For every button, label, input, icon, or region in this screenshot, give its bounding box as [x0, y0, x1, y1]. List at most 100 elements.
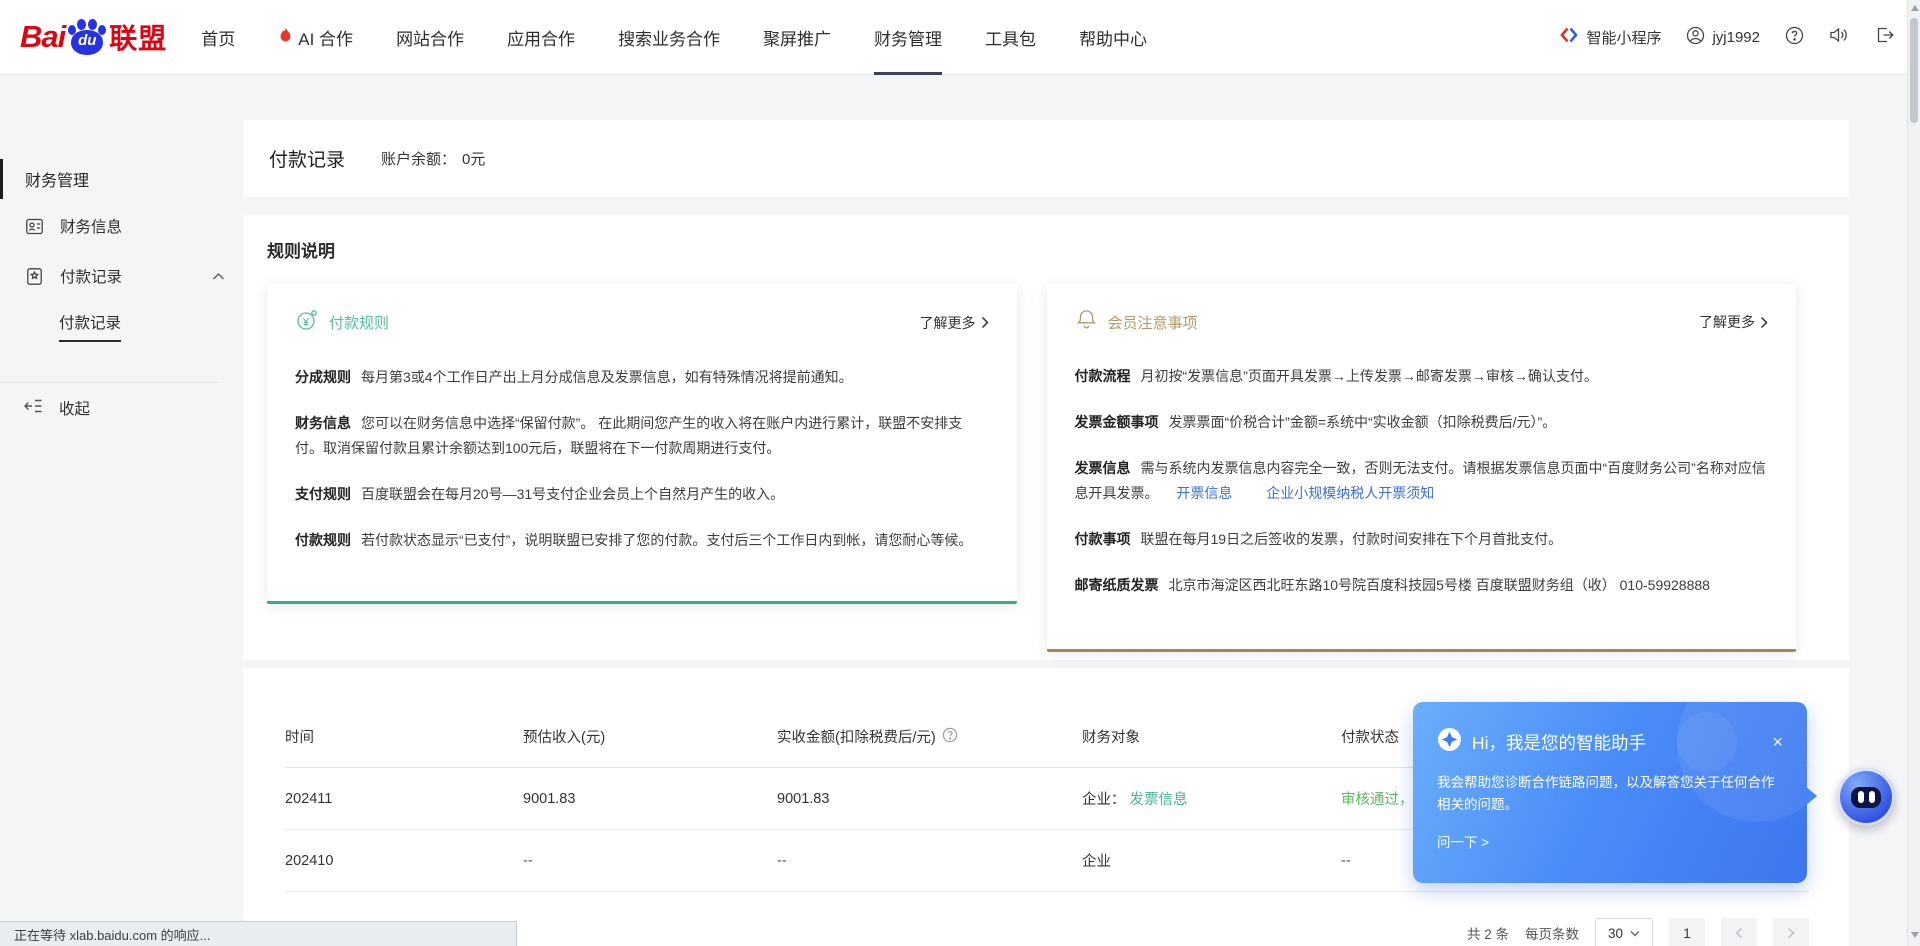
cell-estimated: 9001.83	[523, 791, 777, 807]
nav-item-screen-promo[interactable]: 聚屏推广	[763, 0, 831, 75]
rule-item-text: 每月第3或4个工作日产出上月分成信息及发票信息，如有特殊情况将提前通知。	[361, 369, 853, 385]
prev-page-button[interactable]	[1721, 918, 1757, 946]
finance-object-label: 企业：	[1082, 792, 1126, 808]
rule-item: 支付规则百度联盟会在每月20号—31号支付企业会员上个自然月产生的收入。	[295, 482, 989, 507]
sidebar-divider	[0, 382, 218, 383]
rule-item-label: 付款事项	[1075, 531, 1131, 547]
nav-label: AI 合作	[298, 25, 353, 50]
chevron-up-icon[interactable]	[212, 272, 225, 281]
baidu-union-logo[interactable]: Bai du 联盟	[20, 16, 167, 58]
mini-program-icon	[1559, 25, 1579, 49]
payment-record-icon	[24, 267, 44, 286]
logout-button[interactable]	[1875, 26, 1894, 48]
rule-item: 财务信息您可以在财务信息中选择“保留付款”。 在此期间您产生的收入将在账户内进行…	[295, 411, 989, 461]
sound-button[interactable]	[1829, 26, 1850, 48]
collapse-label: 收起	[59, 397, 90, 419]
rule-item-label: 支付规则	[295, 486, 351, 502]
sidebar-subitem-label: 付款记录	[59, 311, 121, 342]
help-icon	[1785, 26, 1804, 49]
rule-item-label: 付款规则	[295, 532, 351, 548]
nav-label: 应用合作	[507, 25, 575, 50]
scrollbar-thumb[interactable]	[1910, 18, 1918, 123]
column-header-finance-object: 财务对象	[1082, 726, 1341, 747]
rules-section-title: 规则说明	[267, 237, 1849, 262]
sidebar-section-finance[interactable]: 财务管理	[0, 157, 243, 201]
rule-item-text: 北京市海淀区西北旺东路10号院百度科技园5号楼 百度联盟财务组（收） 010-5…	[1169, 577, 1710, 593]
sidebar-item-finance-info[interactable]: 财务信息	[24, 211, 225, 241]
nav-item-home[interactable]: 首页	[201, 0, 235, 75]
member-notes-more-link[interactable]: 了解更多	[1699, 312, 1768, 332]
assistant-message: 我会帮助您诊断合作链路问题，以及解答您关于任何合作相关的问题。	[1437, 772, 1783, 817]
nav-item-app[interactable]: 应用合作	[507, 0, 575, 75]
page-header-card: 付款记录 账户余额：0元	[243, 120, 1849, 197]
payment-rules-more-link[interactable]: 了解更多	[920, 313, 989, 333]
help-circle-icon[interactable]	[942, 727, 958, 747]
assistant-popup: Hi，我是您的智能助手 × 我会帮助您诊断合作链路问题，以及解答您关于任何合作相…	[1413, 702, 1807, 883]
mini-program-entry[interactable]: 智能小程序	[1559, 25, 1661, 49]
assistant-robot-avatar[interactable]	[1837, 768, 1895, 826]
rule-item-text: 百度联盟会在每月20号—31号支付企业会员上个自然月产生的收入。	[361, 486, 784, 502]
rule-item: 邮寄纸质发票北京市海淀区西北旺东路10号院百度科技园5号楼 百度联盟财务组（收）…	[1075, 573, 1769, 598]
nav-label: 搜索业务合作	[618, 25, 720, 50]
page-size-select[interactable]: 30	[1595, 918, 1653, 946]
user-account[interactable]: jyj1992	[1686, 26, 1760, 49]
chevron-down-icon	[1630, 930, 1640, 937]
member-notes-box: 会员注意事项 了解更多 付款流程月初按“发票信息”页面开具发票→上传发票→邮寄发…	[1047, 284, 1797, 652]
rule-boxes: 付款规则 了解更多 分成规则每月第3或4个工作日产出上月分成信息及发票信息，如有…	[267, 284, 1849, 652]
nav-item-website[interactable]: 网站合作	[396, 0, 464, 75]
rule-item-text: 联盟在每月19日之后签收的发票，付款时间安排在下个月首批支付。	[1141, 531, 1563, 547]
status-text: 正在等待 xlab.baidu.com 的响应...	[14, 925, 211, 944]
top-navigation: Bai du 联盟 首页 AI 合作 网站合作 应用合作 搜索业务合作 聚屏推广…	[0, 0, 1920, 75]
assistant-header: Hi，我是您的智能助手 ×	[1437, 727, 1783, 757]
baidu-paw-icon: du	[66, 16, 108, 58]
nav-item-finance[interactable]: 财务管理	[874, 0, 942, 75]
scroll-down-arrow-icon[interactable]	[1911, 932, 1919, 938]
total-count: 共 2 条	[1467, 923, 1509, 943]
logo-text-du: du	[66, 32, 108, 49]
rule-item-label: 财务信息	[295, 415, 351, 431]
cell-actual: --	[777, 853, 1082, 869]
sidebar: 财务管理 财务信息 付款记录 付款记录 收起	[0, 75, 243, 946]
small-taxpayer-notice-link[interactable]: 企业小规模纳税人开票须知	[1266, 485, 1434, 501]
page-size-value: 30	[1608, 926, 1623, 941]
invoice-info-link[interactable]: 开票信息	[1176, 485, 1232, 501]
invoice-info-cell-link[interactable]: 发票信息	[1130, 792, 1188, 808]
logo-text-bai: Bai	[20, 19, 65, 55]
compass-icon	[1437, 727, 1462, 757]
member-notes-title: 会员注意事项	[1108, 312, 1198, 333]
nav-label: 网站合作	[396, 25, 464, 50]
page-title: 付款记录	[269, 145, 345, 172]
close-icon[interactable]: ×	[1772, 733, 1783, 751]
rule-item-label: 分成规则	[295, 369, 351, 385]
next-page-button[interactable]	[1773, 918, 1809, 946]
sidebar-collapse-button[interactable]: 收起	[24, 393, 90, 423]
nav-label: 首页	[201, 25, 235, 50]
scroll-up-arrow-icon[interactable]	[1911, 5, 1919, 11]
sidebar-subitem-payment-records[interactable]: 付款记录	[59, 311, 121, 342]
nav-label: 聚屏推广	[763, 25, 831, 50]
logout-icon	[1875, 26, 1894, 48]
user-icon	[1686, 26, 1705, 49]
rule-item-label: 发票金额事项	[1075, 414, 1159, 430]
rule-item: 发票金额事项发票票面“价税合计”金额=系统中“实收金额（扣除税费后/元）”。	[1075, 410, 1769, 435]
sidebar-item-payment-records[interactable]: 付款记录	[24, 261, 225, 291]
vertical-scrollbar[interactable]	[1907, 0, 1920, 946]
nav-right-tools: 智能小程序 jyj1992	[1559, 25, 1894, 49]
help-button[interactable]	[1785, 26, 1804, 49]
collapse-icon	[24, 398, 43, 419]
more-label: 了解更多	[920, 313, 976, 333]
ask-now-link[interactable]: 问一下 >	[1437, 831, 1783, 851]
sidebar-item-label: 财务信息	[60, 215, 122, 237]
screen: Bai du 联盟 首页 AI 合作 网站合作 应用合作 搜索业务合作 聚屏推广…	[0, 0, 1920, 946]
nav-item-ai[interactable]: AI 合作	[278, 0, 353, 75]
nav-item-help-center[interactable]: 帮助中心	[1079, 0, 1147, 75]
nav-item-toolkit[interactable]: 工具包	[985, 0, 1036, 75]
rule-item: 付款流程月初按“发票信息”页面开具发票→上传发票→邮寄发票→审核→确认支付。	[1075, 364, 1769, 389]
sidebar-section-title: 财务管理	[25, 167, 89, 191]
column-header-actual: 实收金额(扣除税费后/元)	[777, 726, 1082, 747]
nav-item-search-business[interactable]: 搜索业务合作	[618, 0, 720, 75]
payment-rules-header: 付款规则 了解更多	[295, 308, 989, 337]
rule-item-text: 发票票面“价税合计”金额=系统中“实收金额（扣除税费后/元）”。	[1169, 414, 1557, 430]
page-number-button[interactable]: 1	[1669, 918, 1705, 946]
member-notes-header: 会员注意事项 了解更多	[1075, 308, 1769, 336]
